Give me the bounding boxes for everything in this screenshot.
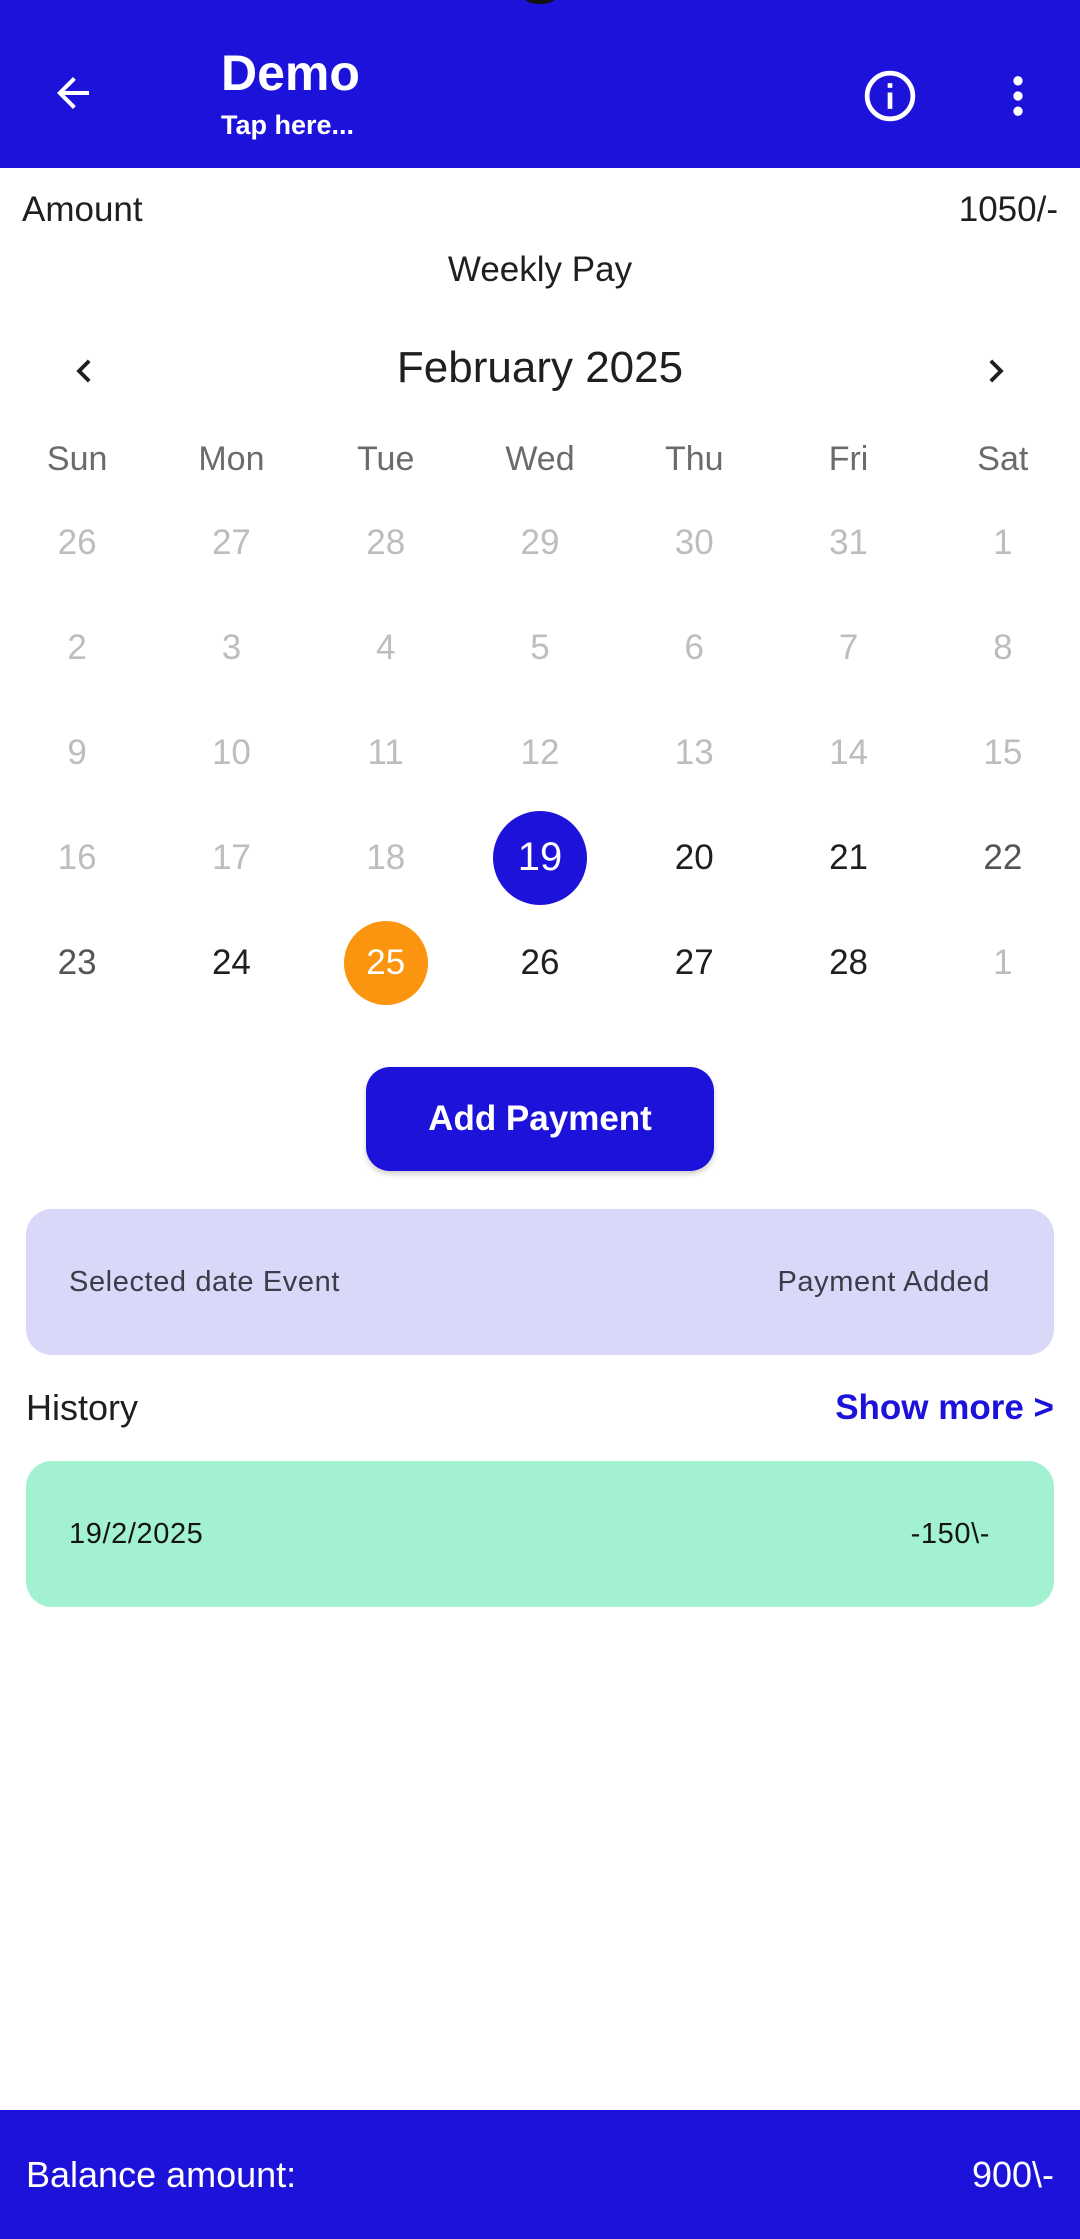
show-more-link[interactable]: Show more > xyxy=(835,1388,1054,1428)
event-status: Payment Added xyxy=(777,1265,990,1298)
history-entry[interactable]: 19/2/2025 -150\- xyxy=(26,1461,1054,1607)
calendar-day-disabled: 4 xyxy=(375,627,396,667)
more-options-button[interactable] xyxy=(990,68,1046,124)
calendar-day-disabled: 3 xyxy=(221,627,242,667)
weekday-label: Sun xyxy=(46,440,108,478)
calendar-week: 16 17 18 19 20 21 22 xyxy=(0,805,1080,910)
calendar-day-disabled: 26 xyxy=(57,522,97,562)
calendar-day[interactable]: 26 xyxy=(463,910,617,1015)
calendar-day-disabled: 6 xyxy=(684,627,704,667)
next-month-button[interactable] xyxy=(966,341,1026,401)
calendar-day-disabled: 2 xyxy=(67,627,87,667)
calendar-header: February 2025 xyxy=(0,335,1080,405)
calendar-day[interactable]: 28 xyxy=(771,910,925,1015)
calendar-day[interactable]: 20 xyxy=(617,805,771,910)
calendar-day-disabled: 18 xyxy=(366,837,406,877)
calendar-week: 26 27 28 29 30 31 1 xyxy=(0,490,1080,595)
weekday-label: Wed xyxy=(505,440,575,478)
calendar-day-disabled: 1 xyxy=(993,522,1013,562)
calendar-day-disabled: 9 xyxy=(67,732,87,772)
balance-label: Balance amount: xyxy=(26,2153,297,2195)
history-header: History Show more > xyxy=(26,1383,1054,1433)
calendar-day-disabled: 13 xyxy=(674,732,714,772)
calendar-day-today[interactable]: 25 xyxy=(309,910,463,1015)
history-entry-amount: -150\- xyxy=(910,1517,990,1550)
app-subtitle[interactable]: Tap here... xyxy=(221,108,360,142)
weekday-label: Tue xyxy=(357,440,415,478)
calendar-day-selected[interactable]: 19 xyxy=(463,805,617,910)
info-button[interactable] xyxy=(862,68,918,124)
calendar-day-disabled: 1 xyxy=(993,942,1013,982)
camera-notch xyxy=(516,0,564,4)
title-block[interactable]: Demo Tap here... xyxy=(221,44,360,142)
weekday-label: Sat xyxy=(977,440,1029,478)
history-entry-date: 19/2/2025 xyxy=(69,1517,204,1550)
calendar-day-disabled: 15 xyxy=(983,732,1023,772)
calendar-day-disabled: 31 xyxy=(829,522,869,562)
weekday-label: Mon xyxy=(198,440,265,478)
selected-date-event-card: Selected date Event Payment Added xyxy=(26,1209,1054,1355)
app-bar: Demo Tap here... xyxy=(0,0,1080,168)
calendar-day[interactable]: 24 xyxy=(154,910,308,1015)
calendar-week: 9 10 11 12 13 14 15 xyxy=(0,700,1080,805)
amount-value: 1050/- xyxy=(958,190,1058,229)
calendar-day-disabled: 28 xyxy=(366,522,406,562)
event-label: Selected date Event xyxy=(69,1265,340,1298)
calendar-day[interactable]: 21 xyxy=(771,805,925,910)
history-title: History xyxy=(26,1387,139,1428)
amount-label: Amount xyxy=(22,190,143,229)
calendar-week: 23 24 25 26 27 28 1 xyxy=(0,910,1080,1015)
calendar-day-disabled: 14 xyxy=(829,732,869,772)
app-title[interactable]: Demo xyxy=(221,44,360,102)
calendar-day-disabled: 27 xyxy=(211,522,251,562)
calendar-grid: 26 27 28 29 30 31 1 2 3 4 5 6 7 8 9 10 1… xyxy=(0,490,1080,1015)
calendar-day[interactable]: 27 xyxy=(617,910,771,1015)
calendar-week: 2 3 4 5 6 7 8 xyxy=(0,595,1080,700)
calendar-day-disabled: 30 xyxy=(674,522,714,562)
calendar-day-disabled: 12 xyxy=(520,732,560,772)
pay-type-label: Weekly Pay xyxy=(447,250,633,289)
more-vertical-icon xyxy=(1013,76,1023,116)
back-button[interactable] xyxy=(40,60,106,126)
balance-value: 900\- xyxy=(971,2153,1054,2195)
calendar-day-disabled: 5 xyxy=(530,627,550,667)
balance-bar: Balance amount: 900\- xyxy=(0,2110,1080,2239)
calendar-day-disabled: 8 xyxy=(993,627,1013,667)
calendar-day-disabled: 29 xyxy=(520,522,560,562)
weekday-header: Sun Mon Tue Wed Thu Fri Sat xyxy=(0,440,1080,490)
amount-row: Amount 1050/- xyxy=(22,186,1058,234)
month-title: February 2025 xyxy=(396,343,684,392)
calendar-day-disabled: 7 xyxy=(838,627,859,667)
calendar-day-disabled: 11 xyxy=(367,732,404,772)
info-circle-icon xyxy=(864,70,916,122)
weekday-label: Fri xyxy=(828,440,869,478)
calendar-day[interactable]: 23 xyxy=(0,910,154,1015)
arrow-left-icon xyxy=(57,77,89,109)
calendar-day[interactable]: 22 xyxy=(926,805,1080,910)
calendar-day-disabled: 16 xyxy=(57,837,97,877)
calendar-day-disabled: 17 xyxy=(211,837,251,877)
chevron-right-icon xyxy=(989,359,1004,383)
add-payment-button[interactable]: Add Payment xyxy=(366,1067,714,1171)
calendar-day-disabled: 10 xyxy=(211,732,251,772)
weekday-label: Thu xyxy=(664,440,724,478)
